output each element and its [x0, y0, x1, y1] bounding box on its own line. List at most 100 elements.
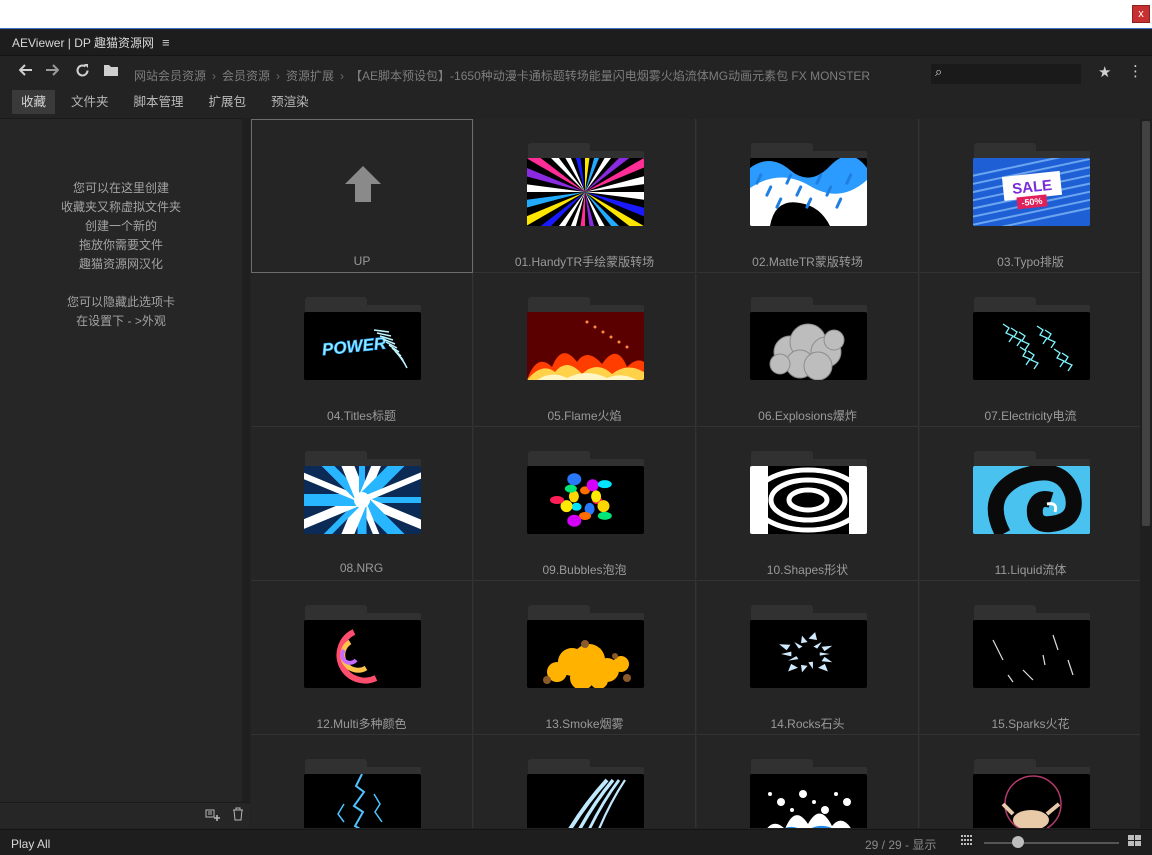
help-line: 趣猫资源网汉化: [78, 257, 163, 271]
up-folder-tile[interactable]: UP: [251, 119, 473, 273]
tile-label: 11.Liquid流体: [994, 563, 1067, 577]
folder-tile[interactable]: 01.HandyTR手绘蒙版转场: [474, 119, 696, 273]
folder-thumbnail: [304, 620, 421, 688]
folder-thumbnail: [527, 312, 644, 380]
tab-folders[interactable]: 文件夹: [62, 90, 118, 114]
panel-header: AEViewer | DP 趣猫资源网 ≡: [0, 30, 1152, 56]
back-arrow-icon[interactable]: [17, 63, 35, 83]
tile-label: 15.Sparks火花: [991, 717, 1070, 731]
folder-thumbnail: [750, 158, 867, 226]
help-line: 收藏夹又称虚拟文件夹: [60, 200, 181, 214]
folder-thumbnail: [750, 466, 867, 534]
item-count: 29 / 29 - 显示: [865, 838, 937, 852]
status-footer: Play All 29 / 29 - 显示: [0, 829, 1152, 855]
tab-prerender[interactable]: 预渲染: [262, 90, 318, 114]
tile-label: 04.Titles标题: [327, 409, 396, 423]
sidebar-help-text: 您可以在这里创建 收藏夹又称虚拟文件夹 创建一个新的 拖放你需要文件 趣猫资源网…: [0, 179, 242, 331]
hamburger-menu-icon[interactable]: ≡: [162, 35, 170, 50]
forward-arrow-icon[interactable]: [43, 63, 61, 83]
large-grid-icon[interactable]: [1128, 835, 1141, 849]
folder-tile[interactable]: 07.Electricity电流: [920, 273, 1140, 427]
folder-thumbnail: [527, 620, 644, 688]
folder-tile[interactable]: 09.Bubbles泡泡: [474, 427, 696, 581]
slider-knob[interactable]: [1011, 836, 1024, 848]
breadcrumb-item[interactable]: 资源扩展: [286, 69, 334, 83]
breadcrumb-item[interactable]: 网站会员资源: [134, 69, 206, 83]
folder-thumbnail: [527, 158, 644, 226]
search-input[interactable]: [952, 65, 1077, 83]
favorites-sidebar[interactable]: 您可以在这里创建 收藏夹又称虚拟文件夹 创建一个新的 拖放你需要文件 趣猫资源网…: [0, 118, 242, 828]
breadcrumb-item[interactable]: 会员资源: [222, 69, 270, 83]
add-favorite-folder-icon[interactable]: [205, 809, 221, 825]
os-title-bar: x: [0, 0, 1152, 29]
folder-thumbnail: [973, 620, 1090, 688]
folder-tile[interactable]: POWER 04.Titles标题: [251, 273, 473, 427]
folder-tile[interactable]: 02.MatteTR蒙版转场: [697, 119, 919, 273]
folder-thumbnail: POWER: [304, 312, 421, 380]
breadcrumb: 网站会员资源 › 会员资源 › 资源扩展 › 【AE脚本预设包】-1650种动漫卡通标题转场…: [134, 67, 870, 84]
tile-label: 01.HandyTR手绘蒙版转场: [514, 255, 655, 269]
sidebar-footer: [0, 802, 250, 828]
folder-tile[interactable]: 14.Rocks石头: [697, 581, 919, 735]
folder-tile[interactable]: 05.Flame火焰: [474, 273, 696, 427]
folder-thumbnail: [973, 774, 1090, 828]
sidebar-scrollbar[interactable]: [242, 118, 250, 828]
help-spacer: [0, 274, 242, 293]
folder-grid: UP 01.HandyTR手绘蒙版转场 02.MatteTR蒙版转场 SALE -50%…: [251, 119, 1140, 828]
trash-icon[interactable]: [232, 807, 244, 824]
tab-favorites[interactable]: 收藏: [12, 90, 56, 114]
chevron-right-icon: ›: [212, 69, 217, 83]
folder-tile[interactable]: [697, 735, 919, 828]
help-line: 在设置下 - >外观: [76, 314, 166, 328]
tile-label: 07.Electricity电流: [984, 409, 1077, 423]
folder-tile[interactable]: 13.Smoke烟雾: [474, 581, 696, 735]
folder-tile[interactable]: 10.Shapes形状: [697, 427, 919, 581]
star-icon[interactable]: ★: [1098, 63, 1111, 81]
more-vertical-icon[interactable]: ⋮: [1128, 62, 1143, 80]
up-arrow-icon: [345, 166, 381, 202]
small-grid-icon[interactable]: [961, 835, 973, 848]
folder-tile[interactable]: 15.Sparks火花: [920, 581, 1140, 735]
folder-thumbnail: [304, 466, 421, 534]
tile-label: 09.Bubbles泡泡: [542, 563, 627, 577]
folder-thumbnail: [304, 774, 421, 828]
navigation-toolbar: 网站会员资源 › 会员资源 › 资源扩展 › 【AE脚本预设包】-1650种动漫卡通标题转场…: [0, 57, 1152, 89]
refresh-icon[interactable]: [73, 63, 91, 83]
folder-tile[interactable]: 06.Explosions爆炸: [697, 273, 919, 427]
folder-thumbnail: [973, 312, 1090, 380]
tab-scripts[interactable]: 脚本管理: [125, 90, 193, 114]
thumbnail-size-slider[interactable]: [984, 842, 1119, 844]
folder-tile[interactable]: 11.Liquid流体: [920, 427, 1140, 581]
folder-tile[interactable]: [474, 735, 696, 828]
tile-label: 13.Smoke烟雾: [545, 717, 624, 731]
folder-tile[interactable]: [251, 735, 473, 828]
tile-label: 06.Explosions爆炸: [758, 409, 857, 423]
tab-bar: 收藏 文件夹 脚本管理 扩展包 预渲染: [12, 90, 325, 114]
folder-tile[interactable]: 12.Multi多种颜色: [251, 581, 473, 735]
help-line: 您可以在这里创建: [72, 181, 169, 195]
folder-thumbnail: [973, 466, 1090, 534]
folder-tile[interactable]: SALE -50% 03.Typo排版: [920, 119, 1140, 273]
folder-tile[interactable]: 08.NRG: [251, 427, 473, 581]
tile-label: 14.Rocks石头: [770, 717, 845, 731]
tab-extensions[interactable]: 扩展包: [200, 90, 256, 114]
grid-scrollbar-thumb[interactable]: [1142, 121, 1150, 526]
folder-thumbnail: SALE -50%: [973, 158, 1090, 226]
help-line: 您可以隐藏此选项卡: [66, 295, 175, 309]
tile-label: 08.NRG: [339, 561, 384, 575]
window-close-button[interactable]: x: [1132, 5, 1150, 23]
play-all-button[interactable]: Play All: [11, 837, 50, 851]
folder-thumbnail: [750, 620, 867, 688]
folder-icon[interactable]: [102, 63, 120, 83]
folder-thumbnail: [750, 774, 867, 828]
folder-thumbnail: [750, 312, 867, 380]
help-line: 创建一个新的: [84, 219, 157, 233]
tile-label: 03.Typo排版: [997, 255, 1064, 269]
folder-thumbnail: [527, 774, 644, 828]
tile-label: 05.Flame火焰: [547, 409, 622, 423]
folder-thumbnail: [527, 466, 644, 534]
breadcrumb-item[interactable]: 【AE脚本预设包】-1650种动漫卡通标题转场能量闪电烟雾火焰流体MG动画元素包…: [350, 69, 870, 83]
tile-label: 12.Multi多种颜色: [316, 717, 407, 731]
folder-tile[interactable]: [920, 735, 1140, 828]
help-line: 拖放你需要文件: [78, 238, 163, 252]
